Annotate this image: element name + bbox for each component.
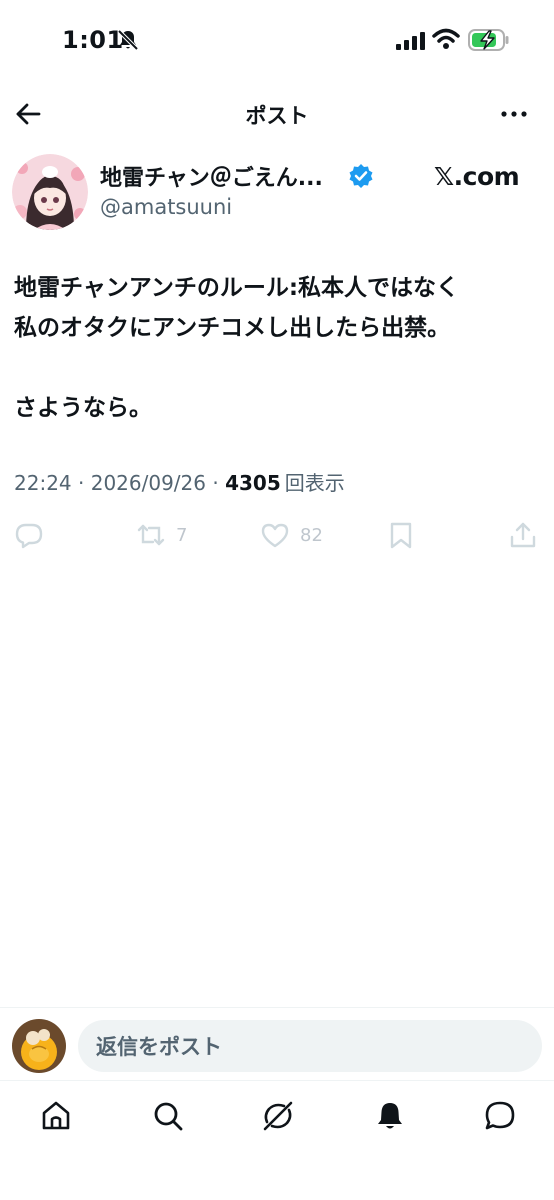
repost-count: 7	[176, 524, 188, 546]
share-button[interactable]	[508, 518, 538, 552]
bell-icon	[378, 1103, 402, 1129]
heart-icon	[261, 523, 289, 548]
more-options-button[interactable]	[496, 96, 532, 132]
cellular-signal-icon	[396, 32, 426, 50]
more-icon	[501, 111, 527, 117]
post-date: 2026/09/26	[90, 471, 206, 495]
bookmark-icon	[390, 522, 412, 549]
current-user-avatar[interactable]	[12, 1019, 66, 1073]
wifi-icon	[432, 28, 460, 50]
author-avatar[interactable]	[12, 154, 88, 230]
messages-icon	[485, 1101, 515, 1130]
author-handle[interactable]: @amatsuuni	[100, 195, 232, 219]
reply-button[interactable]	[14, 518, 44, 552]
like-count: 82	[300, 524, 323, 546]
battery-charging-icon	[468, 28, 510, 52]
nav-home-button[interactable]	[38, 1098, 74, 1134]
like-button[interactable]: 82	[260, 518, 323, 552]
reply-input[interactable]: 返信をポスト	[78, 1020, 542, 1072]
meta-separator: ·	[71, 471, 91, 495]
reply-icon	[15, 523, 43, 549]
share-icon	[510, 522, 536, 548]
page-title: ポスト	[245, 104, 309, 128]
search-icon	[154, 1102, 183, 1131]
post-time: 22:24	[14, 471, 72, 495]
post-meta: 22:24 · 2026/09/26 · 4305 回表示	[14, 467, 345, 496]
repost-icon	[137, 524, 165, 546]
author-name[interactable]: 地雷チャン＠ごえん...	[100, 160, 323, 192]
meta-separator: ·	[206, 471, 226, 495]
nav-search-button[interactable]	[150, 1098, 186, 1134]
nav-messages-button[interactable]	[482, 1098, 518, 1134]
bookmark-button[interactable]	[386, 518, 416, 552]
reply-placeholder: 返信をポスト	[96, 1035, 222, 1059]
nav-notifications-button[interactable]	[372, 1098, 408, 1134]
status-time: 1:01	[62, 26, 124, 54]
reply-divider	[0, 1007, 554, 1008]
grok-icon	[263, 1101, 293, 1131]
post-text: 地雷チャンアンチのルール:私本人ではなく 私のオタクにアンチコメし出したら出禁。…	[14, 275, 460, 421]
repost-button[interactable]: 7	[136, 518, 187, 552]
home-icon	[42, 1101, 70, 1130]
bell-slash-icon	[116, 28, 140, 52]
verified-badge-icon	[348, 163, 374, 189]
nav-grok-button[interactable]	[260, 1098, 296, 1134]
source-label: 𝕏.com	[434, 162, 520, 191]
views-count: 4305	[225, 471, 281, 495]
views-label: 回表示	[284, 471, 345, 495]
nav-divider	[0, 1080, 554, 1081]
